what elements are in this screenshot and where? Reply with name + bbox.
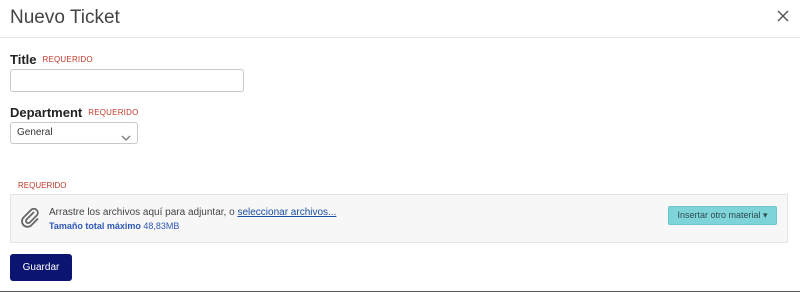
max-size-label: Tamaño total máximo bbox=[49, 221, 141, 231]
department-field-label: Department REQUERIDO bbox=[10, 105, 139, 120]
title-label-text: Title bbox=[10, 52, 37, 67]
department-selected-value: General bbox=[17, 127, 53, 138]
title-required-badge: REQUERIDO bbox=[42, 55, 93, 64]
title-field-label: Title REQUERIDO bbox=[10, 52, 93, 67]
close-icon[interactable] bbox=[774, 7, 792, 25]
dropzone-text: Arrastre los archivos aquí para adjuntar… bbox=[49, 207, 235, 218]
max-size-value: 48,83MB bbox=[143, 221, 180, 231]
department-label-text: Department bbox=[10, 105, 83, 120]
attachments-required-badge: REQUERIDO bbox=[18, 181, 67, 190]
new-ticket-modal: Nuevo Ticket Title REQUERIDO Department RE… bbox=[0, 0, 800, 292]
dropzone-instructions: Arrastre los archivos aquí para adjuntar… bbox=[49, 207, 336, 218]
insert-material-button[interactable]: Insertar otro material ▾ bbox=[668, 206, 777, 225]
max-size-info: Tamaño total máximo 48,83MB bbox=[49, 221, 179, 231]
department-select[interactable]: General bbox=[10, 122, 138, 144]
caret-down-icon: ▾ bbox=[763, 210, 768, 220]
department-required-badge: REQUERIDO bbox=[88, 108, 139, 117]
save-button[interactable]: Guardar bbox=[10, 254, 72, 281]
modal-title: Nuevo Ticket bbox=[10, 7, 120, 28]
select-files-link[interactable]: seleccionar archivos... bbox=[237, 207, 336, 218]
chevron-down-icon bbox=[121, 129, 131, 141]
title-input[interactable] bbox=[10, 69, 244, 92]
modal-header: Nuevo Ticket bbox=[0, 0, 800, 38]
insert-material-label: Insertar otro material bbox=[677, 210, 761, 220]
attachment-dropzone[interactable]: Arrastre los archivos aquí para adjuntar… bbox=[10, 194, 788, 243]
paperclip-icon bbox=[20, 206, 40, 228]
